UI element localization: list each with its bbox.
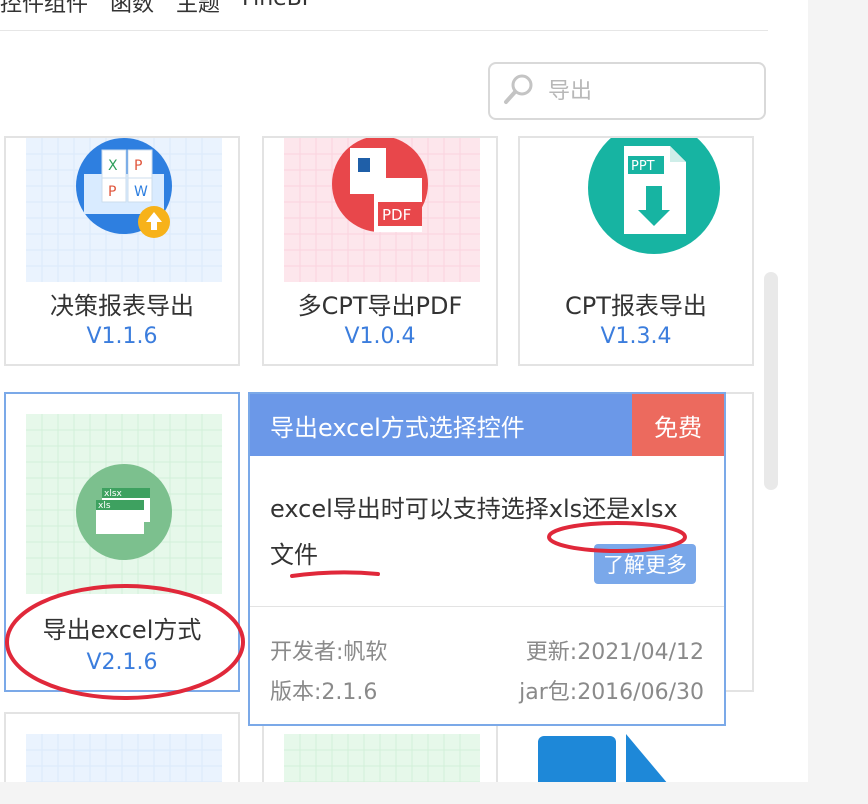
jar-date: jar包:2016/06/30 [519, 680, 704, 705]
plugin-card-decision-report-export[interactable]: X P P W 决策报表导出 V1.1.6 [4, 136, 240, 366]
plugin-version: V2.1.6 [86, 650, 158, 675]
plugin-name: CPT报表导出 [565, 292, 707, 320]
search-box[interactable] [488, 62, 766, 120]
plugin-card-row3-1[interactable] [4, 712, 240, 782]
plugin-thumbnail: PDF [284, 138, 480, 282]
version-label: 版本:2.1.6 [270, 680, 378, 705]
plugin-detail-popup: 导出excel方式选择控件 免费 excel导出时可以支持选择xls还是xlsx… [248, 392, 726, 726]
popup-header: 导出excel方式选择控件 免费 [250, 394, 724, 456]
svg-text:xlsx: xlsx [104, 489, 123, 499]
plugin-thumbnail: xlsx xls [26, 414, 222, 594]
learn-more-button[interactable]: 了解更多 [594, 544, 696, 584]
search-input[interactable] [546, 77, 750, 105]
plugin-thumbnail: PPT [540, 138, 736, 282]
tab-themes[interactable]: 主题 [176, 0, 220, 26]
developer-label: 开发者:帆软 [270, 640, 388, 665]
scrollbar[interactable] [764, 272, 778, 490]
svg-text:xls: xls [98, 501, 111, 511]
svg-text:W: W [134, 184, 148, 200]
top-tab-bar: 控件组件 函数 主题 FineBI [0, 0, 308, 26]
export-upload-icon: X P P W [76, 138, 172, 238]
tab-controls[interactable]: 控件组件 [0, 0, 88, 26]
ppt-export-icon: PPT [588, 138, 720, 254]
plugin-version: V1.1.6 [86, 324, 158, 349]
free-badge: 免费 [632, 394, 724, 456]
plugin-thumbnail [284, 734, 480, 782]
plugin-name: 导出excel方式 [42, 616, 202, 644]
pdf-export-icon: PDF [332, 138, 428, 232]
plugin-name: 决策报表导出 [50, 292, 194, 320]
plugin-version: V1.3.4 [600, 324, 672, 349]
document-icon [538, 734, 667, 782]
plugin-card-multi-cpt-pdf[interactable]: PDF 多CPT导出PDF V1.0.4 [262, 136, 498, 366]
svg-text:PDF: PDF [382, 206, 411, 224]
plugin-version: V1.0.4 [344, 324, 416, 349]
plugin-store-panel: 控件组件 函数 主题 FineBI [0, 0, 808, 782]
header-divider [0, 30, 768, 31]
tab-functions[interactable]: 函数 [110, 0, 154, 26]
svg-text:P: P [134, 158, 142, 174]
svg-text:PPT: PPT [631, 159, 655, 174]
updated-date: 更新:2021/04/12 [525, 640, 704, 665]
tab-finebi[interactable]: FineBI [242, 0, 308, 26]
plugin-card-excel-export-mode[interactable]: xlsx xls 导出excel方式 V2.1.6 [4, 392, 240, 692]
search-icon[interactable] [502, 72, 536, 110]
svg-text:X: X [108, 158, 118, 174]
excel-export-icon: xlsx xls [76, 464, 172, 560]
plugin-thumbnail: X P P W [26, 138, 222, 282]
plugin-name: 多CPT导出PDF [297, 292, 463, 320]
plugin-card-cpt-report-export[interactable]: PPT CPT报表导出 V1.3.4 [518, 136, 754, 366]
plugin-thumbnail [26, 734, 222, 782]
svg-text:P: P [108, 184, 116, 200]
popup-title: 导出excel方式选择控件 [270, 414, 525, 442]
popup-divider [250, 606, 724, 607]
